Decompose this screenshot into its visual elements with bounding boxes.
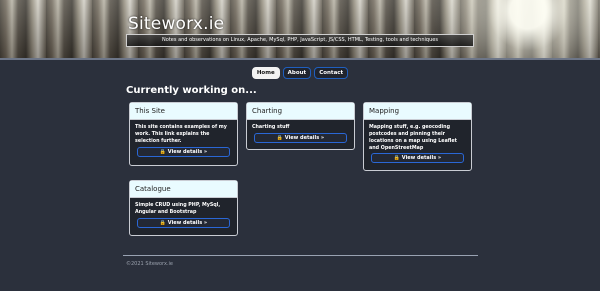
card-body: Charting stuff [252,125,290,130]
nav-about-button[interactable]: About [282,67,312,79]
nav-home-button[interactable]: Home [251,67,280,79]
card-charting: Charting Charting stuff 🔒 View details » [246,102,355,150]
site-header: Siteworx.ie Notes and observations on Li… [0,0,600,60]
card-mapping: Mapping Mapping stuff, e.g. geocoding po… [363,102,472,171]
section-title: Currently working on... [126,85,257,96]
main-nav: Home About Contact [0,67,600,79]
card-title: Mapping [364,103,471,120]
card-body: Simple CRUD using PHP, MySql, Angular an… [135,203,221,215]
card-title: This Site [130,103,237,120]
view-details-button[interactable]: 🔒 View details » [254,133,347,143]
nav-contact-button[interactable]: Contact [314,67,349,79]
footer-divider [123,255,478,256]
card-body: This site contains examples of my work. … [135,125,227,144]
view-details-button[interactable]: 🔒 View details » [371,153,464,163]
view-details-button[interactable]: 🔒 View details » [137,147,230,157]
view-details-button[interactable]: 🔒 View details » [137,218,230,228]
footer-copyright: ©2021 Siteworx.ie [126,261,173,267]
header-background-image [0,0,600,60]
card-this-site: This Site This site contains examples of… [129,102,238,166]
site-tagline: Notes and observations on Linux, Apache,… [126,34,474,47]
site-title[interactable]: Siteworx.ie [128,14,224,34]
card-title: Catalogue [130,181,237,198]
header-divider [0,58,600,60]
card-catalogue: Catalogue Simple CRUD using PHP, MySql, … [129,180,238,236]
card-title: Charting [247,103,354,120]
card-body: Mapping stuff, e.g. geocoding postcodes … [369,125,457,151]
